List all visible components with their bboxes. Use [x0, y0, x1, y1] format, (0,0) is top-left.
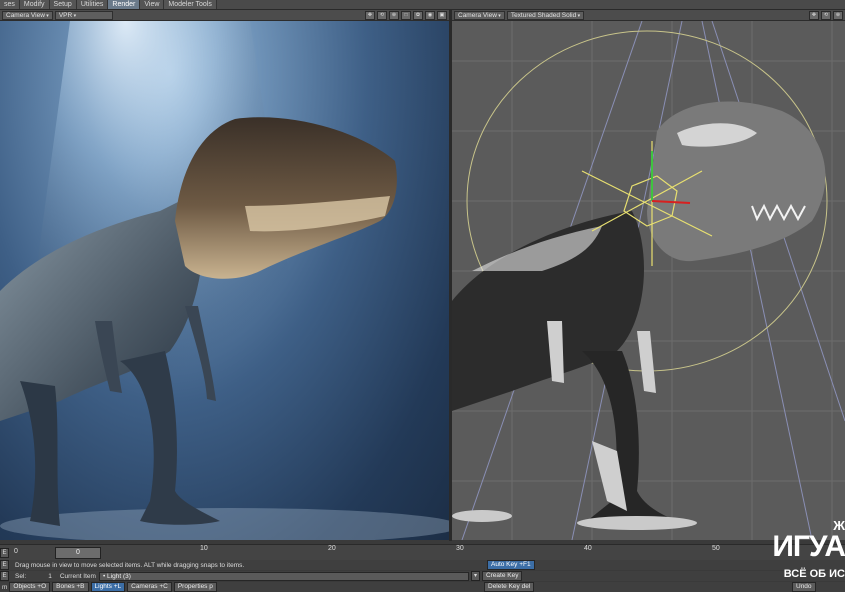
right-viewport-header: Camera View Textured Shaded Solid ✥ ⟲ ⊕ [452, 10, 845, 21]
auto-key-label: Auto Key [491, 561, 518, 568]
camera-icon[interactable]: ◉ [425, 11, 435, 20]
cameras-button[interactable]: Cameras +C [127, 582, 172, 592]
objects-shortcut: +O [37, 583, 47, 590]
bones-shortcut: +B [76, 583, 85, 590]
bottom-row: m Objects +O Bones +B Lights +L Cameras … [0, 582, 845, 592]
tab-modeler-tools[interactable]: Modeler Tools [164, 0, 217, 9]
right-shading-mode-select[interactable]: Textured Shaded Solid [506, 10, 585, 20]
lights-label: Lights [94, 583, 112, 590]
timeline-start-frame: 0 [14, 548, 18, 555]
current-item-label: Current Item [59, 572, 96, 580]
trex-render-image [0, 21, 449, 540]
item-e-toggle[interactable]: E [0, 571, 9, 581]
rotate-view-icon[interactable]: ⟲ [377, 11, 387, 20]
delete-key-label: Delete Key [488, 583, 520, 590]
cameras-shortcut: +C [159, 583, 168, 590]
move-view-icon[interactable]: ✥ [365, 11, 375, 20]
left-render-mode-select[interactable]: VPR [54, 10, 113, 20]
timeline-tick: 40 [584, 545, 592, 552]
options-icon[interactable]: ▣ [437, 11, 447, 20]
timeline-tick: 30 [456, 545, 464, 552]
timeline-e-toggle[interactable]: E [0, 548, 9, 558]
trex-model-view [452, 21, 845, 540]
timeline-tick: 50 [712, 545, 720, 552]
move-view-icon[interactable]: ✥ [809, 11, 819, 20]
lights-button[interactable]: Lights +L [90, 582, 126, 592]
sel-count: 1 [48, 572, 52, 580]
bones-label: Bones [56, 583, 75, 590]
item-row: E Sel: 1 Current Item • Light (3) ▾ Crea… [0, 571, 845, 581]
delete-key-button[interactable]: Delete Key del [484, 582, 535, 592]
tab-view[interactable]: View [140, 0, 165, 9]
tab-render[interactable]: Render [108, 0, 141, 9]
rotate-view-icon[interactable]: ⟲ [821, 11, 831, 20]
zoom-view-icon[interactable]: ⊕ [833, 11, 843, 20]
tab-setup[interactable]: Setup [49, 0, 77, 9]
bottom-row-prefix: m [2, 583, 8, 591]
zoom-view-icon[interactable]: ⊕ [389, 11, 399, 20]
cameras-label: Cameras [131, 583, 158, 590]
watermark-subtitle: ВСЁ ОБ ИС [783, 568, 845, 580]
properties-shortcut: p [209, 583, 213, 590]
status-e-toggle[interactable]: E [0, 560, 9, 570]
watermark-logo: Ж ИГУА ВСЁ ОБ ИС [749, 518, 845, 592]
timeline-tick: 10 [200, 545, 208, 552]
current-frame: 0 [76, 549, 80, 556]
sel-label: Sel: [15, 572, 27, 580]
right-viewport-scene[interactable] [452, 21, 845, 540]
timeline-tick: 20 [328, 545, 336, 552]
bones-button[interactable]: Bones +B [52, 582, 89, 592]
status-row: E Drag mouse in view to move selected it… [0, 560, 845, 570]
objects-button[interactable]: Objects +O [9, 582, 51, 592]
left-view-mode-select[interactable]: Camera View [2, 10, 53, 20]
current-item-select[interactable]: • Light (3) [98, 571, 469, 581]
lights-shortcut: +L [113, 583, 122, 590]
watermark-title: ИГУА [772, 530, 845, 563]
properties-button[interactable]: Properties p [173, 582, 217, 592]
timeline[interactable]: E 0 0 10 20 30 40 50 [0, 544, 845, 560]
right-view-mode-select[interactable]: Camera View [454, 10, 505, 20]
tab-ses[interactable]: ses [0, 0, 20, 9]
auto-key-shortcut: +F1 [519, 561, 531, 568]
menubar: ses Modify Setup Utilities Render View M… [0, 0, 845, 10]
left-viewport-render[interactable] [0, 21, 449, 540]
delete-key-shortcut: del [521, 583, 531, 590]
maximize-view-icon[interactable]: □ [401, 11, 411, 20]
auto-key-button[interactable]: Auto Key +F1 [487, 560, 535, 570]
timeline-slider[interactable]: 0 [55, 547, 101, 559]
create-key-button[interactable]: Create Key [481, 571, 523, 581]
status-hint: Drag mouse in view to move selected item… [15, 561, 245, 569]
left-viewport-header: Camera View VPR ✥ ⟲ ⊕ □ ✿ ◉ ▣ [0, 10, 449, 21]
properties-label: Properties [177, 583, 208, 590]
current-item-value: Light (3) [107, 572, 131, 580]
current-item-dropdown-icon[interactable]: ▾ [470, 571, 480, 581]
objects-label: Objects [13, 583, 36, 590]
tab-modify[interactable]: Modify [19, 0, 50, 9]
tab-utilities[interactable]: Utilities [76, 0, 109, 9]
gear-icon[interactable]: ✿ [413, 11, 423, 20]
